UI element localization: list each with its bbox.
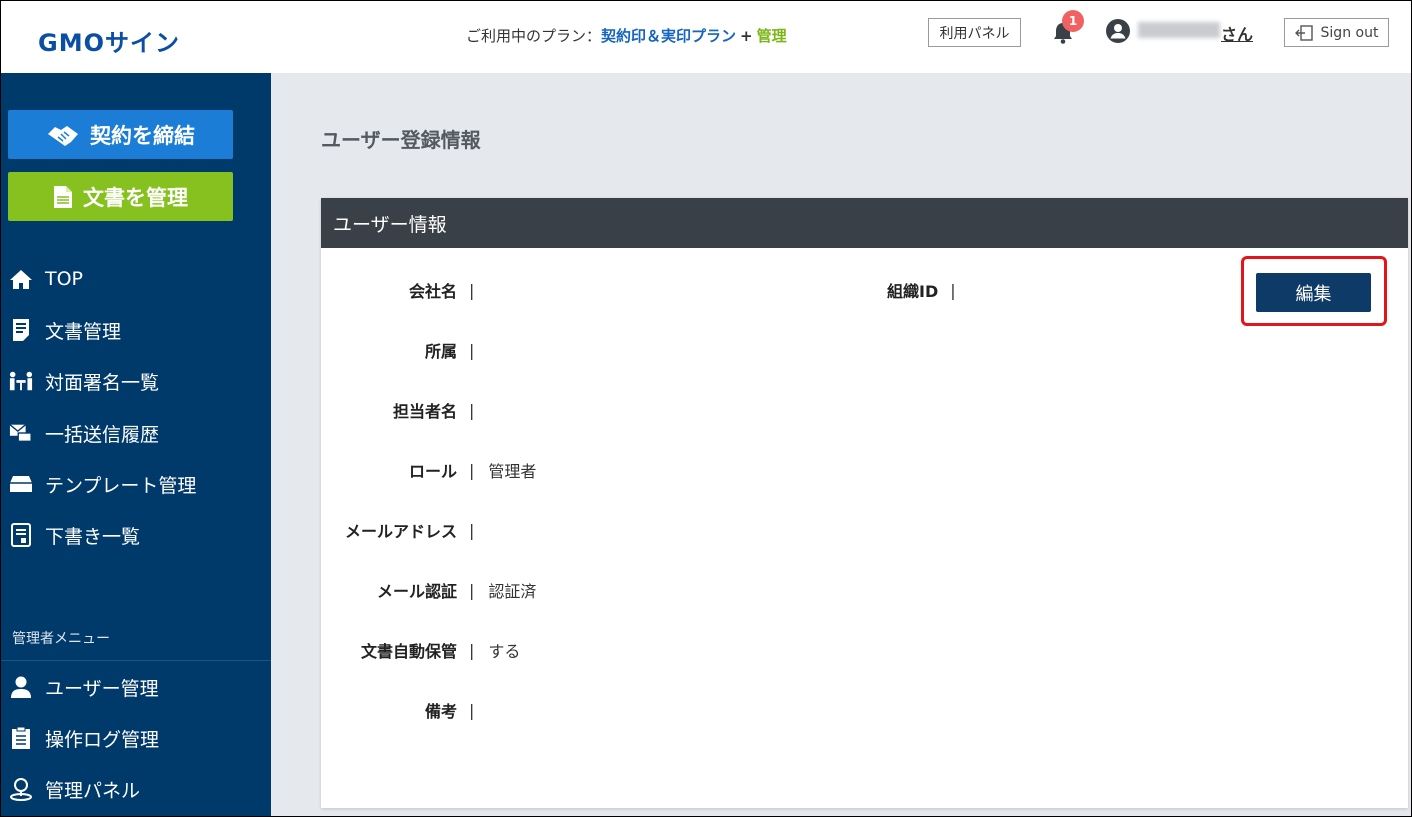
app-window: GMOサイン ご利用中のプラン：契約印＆実印プラン + 管理 利用パネル 1 さん … (0, 0, 1412, 817)
admin-menu-divider (1, 660, 271, 661)
sidebar-item-label: 管理パネル (45, 779, 141, 802)
sidebar-item-face-to-face[interactable]: 対面署名一覧 (1, 361, 271, 401)
sidebar-item-drafts[interactable]: 下書き一覧 (1, 515, 271, 555)
main-content: ユーザー登録情報 ユーザー情報 会社名 | 組織ID | 所属 | 担当者名 | (271, 73, 1411, 816)
user-name-suffix[interactable]: さん (1221, 21, 1253, 45)
field-separator: | (469, 580, 475, 600)
field-value: する (488, 642, 521, 661)
document-list-icon (9, 318, 33, 342)
page-title: ユーザー登録情報 (321, 128, 481, 152)
gmo-sign-logo[interactable]: GMOサイン (38, 23, 180, 58)
field-role: ロール | 管理者 (321, 458, 536, 482)
field-separator: | (469, 460, 475, 480)
home-icon (9, 267, 33, 291)
sidebar-item-label: 文書管理 (45, 320, 122, 343)
field-email: メールアドレス | (321, 518, 488, 542)
template-icon (9, 472, 33, 496)
manage-documents-button[interactable]: 文書を管理 (8, 172, 233, 221)
user-name-redacted (1138, 22, 1220, 38)
field-separator: | (469, 280, 475, 300)
sign-out-label: Sign out (1320, 24, 1379, 41)
field-label: 文書自動保管 (360, 642, 457, 661)
sidebar-item-document-management[interactable]: 文書管理 (1, 310, 271, 350)
card-header: ユーザー情報 (321, 198, 1408, 248)
user-avatar-icon (1106, 19, 1130, 43)
sidebar-item-label: TOP (45, 268, 84, 290)
sidebar-item-top[interactable]: TOP (1, 259, 271, 299)
field-separator: | (950, 280, 956, 300)
sidebar-item-user-management[interactable]: ユーザー管理 (1, 667, 271, 707)
sidebar-item-label: ユーザー管理 (45, 677, 159, 700)
log-icon (9, 726, 33, 750)
sidebar-item-operation-log[interactable]: 操作ログ管理 (1, 718, 271, 758)
field-label: メール認証 (376, 582, 457, 601)
plan-admin: 管理 (756, 27, 787, 45)
field-separator: | (469, 700, 475, 720)
sidebar-item-templates[interactable]: テンプレート管理 (1, 464, 271, 504)
plan-plus: + (740, 27, 753, 45)
field-label: 組織ID (887, 282, 939, 301)
admin-menu-heading: 管理者メニュー (12, 631, 110, 647)
field-separator: | (469, 340, 475, 360)
usage-panel-button[interactable]: 利用パネル (928, 18, 1021, 47)
manage-documents-label: 文書を管理 (83, 185, 188, 210)
document-icon (54, 185, 72, 208)
top-header: GMOサイン ご利用中のプラン：契約印＆実印プラン + 管理 利用パネル 1 さん … (1, 1, 1411, 73)
field-separator: | (469, 640, 475, 660)
notification-badge: 1 (1062, 10, 1084, 32)
user-icon (9, 675, 33, 699)
field-label: 備考 (424, 702, 457, 721)
sign-contract-label: 契約を締結 (90, 123, 195, 148)
field-department: 所属 | (321, 338, 488, 362)
plan-name: 契約印＆実印プラン (601, 27, 737, 45)
field-organization-id: 組織ID | (887, 278, 956, 302)
field-separator: | (469, 400, 475, 420)
sidebar-item-bulk-send-history[interactable]: 一括送信履歴 (1, 413, 271, 453)
sidebar-item-admin-panel[interactable]: 管理パネル (1, 769, 271, 809)
sign-out-button[interactable]: Sign out (1284, 18, 1389, 47)
field-label: 所属 (424, 342, 457, 361)
field-value: 管理者 (488, 462, 537, 481)
bulk-send-icon (9, 421, 33, 445)
field-remarks: 備考 | (321, 698, 488, 722)
field-contact-name: 担当者名 | (321, 398, 488, 422)
admin-panel-icon (9, 777, 33, 801)
sidebar-item-label: 操作ログ管理 (45, 728, 160, 751)
field-value: 認証済 (488, 582, 537, 601)
field-company-name: 会社名 | (321, 278, 488, 302)
user-info-card: ユーザー情報 会社名 | 組織ID | 所属 | 担当者名 | ロール | 管理… (321, 198, 1408, 808)
field-auto-archive: 文書自動保管 | する (321, 638, 520, 662)
field-label: メールアドレス (344, 522, 457, 541)
handshake-icon (48, 125, 78, 146)
draft-icon (9, 523, 33, 547)
plan-prefix: ご利用中のプラン： (466, 27, 602, 45)
sidebar: 契約を締結 文書を管理 TOP 文書管理 対面署名一覧 一括送信履歴 テンプレー… (1, 73, 271, 816)
field-label: 担当者名 (392, 402, 457, 421)
current-plan: ご利用中のプラン：契約印＆実印プラン + 管理 (466, 25, 787, 46)
sidebar-item-label: 対面署名一覧 (45, 371, 160, 394)
field-label: 会社名 (408, 282, 457, 301)
sidebar-item-label: 下書き一覧 (45, 525, 141, 548)
sidebar-item-label: テンプレート管理 (45, 474, 197, 497)
field-label: ロール (408, 462, 457, 481)
sidebar-item-label: 一括送信履歴 (45, 423, 160, 446)
sign-out-icon (1294, 24, 1313, 41)
face-to-face-icon (9, 369, 33, 393)
field-separator: | (469, 520, 475, 540)
field-email-verification: メール認証 | 認証済 (321, 578, 536, 602)
sign-contract-button[interactable]: 契約を締結 (8, 110, 233, 159)
edit-button[interactable]: 編集 (1256, 273, 1371, 312)
